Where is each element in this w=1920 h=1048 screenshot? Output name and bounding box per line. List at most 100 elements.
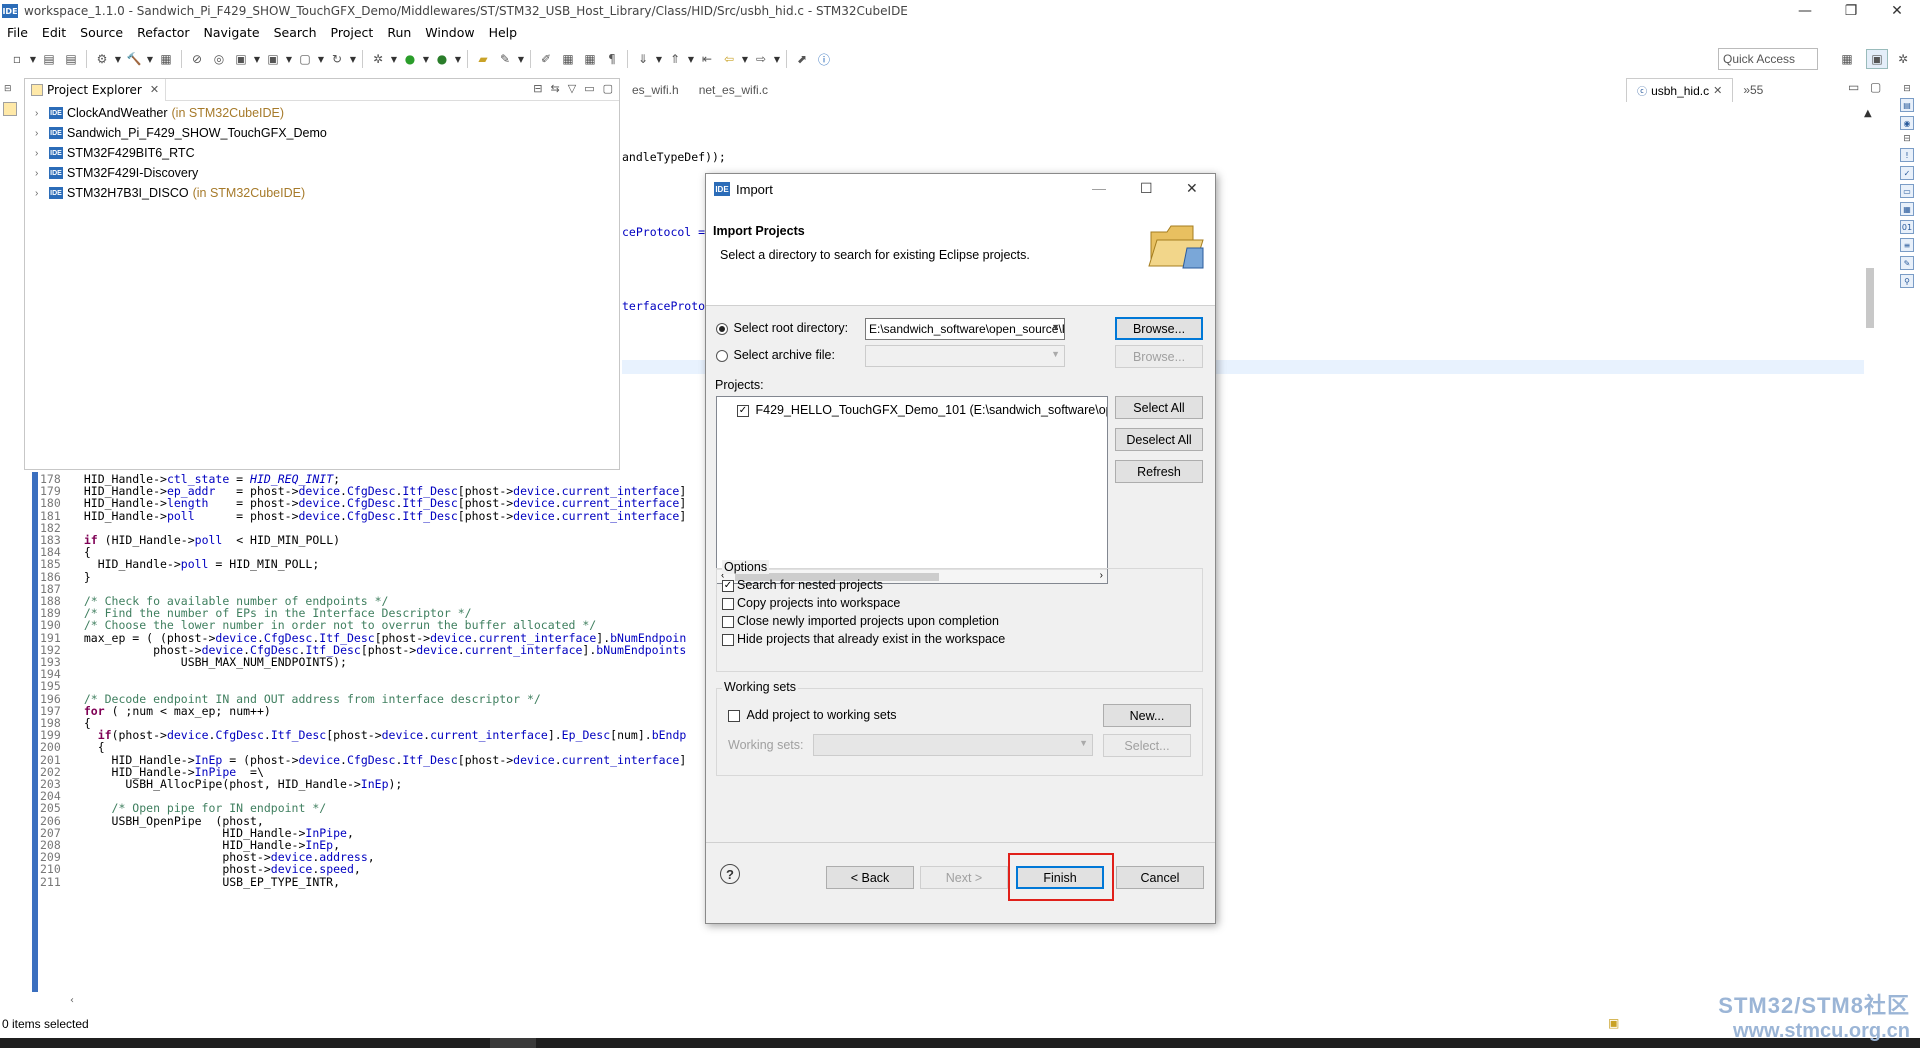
link-editor-icon[interactable]: ⇆ bbox=[551, 82, 560, 95]
menu-item-navigate[interactable]: Navigate bbox=[197, 25, 267, 40]
annotation-icon[interactable]: ▦ bbox=[557, 49, 579, 69]
add-to-working-sets-option[interactable]: Add project to working sets bbox=[728, 708, 897, 722]
project-explorer-min-icon[interactable] bbox=[3, 102, 17, 116]
menu-item-project[interactable]: Project bbox=[324, 25, 381, 40]
menu-item-refactor[interactable]: Refactor bbox=[130, 25, 196, 40]
editor-vertical-scrollbar[interactable]: ▲ bbox=[1864, 108, 1876, 988]
projects-list[interactable]: ✓ F429_HELLO_TouchGFX_Demo_101 (E:\sandw… bbox=[716, 396, 1108, 584]
chip-dropdown-icon[interactable]: ▼ bbox=[252, 49, 262, 69]
archive-file-combo[interactable]: ▼ bbox=[865, 345, 1065, 367]
option-checkbox[interactable] bbox=[722, 633, 734, 646]
dialog-close-button[interactable]: ✕ bbox=[1186, 180, 1198, 197]
build-all-icon[interactable]: ▦ bbox=[155, 49, 177, 69]
restore-icon[interactable]: ⊟ bbox=[1903, 84, 1911, 94]
open-folder-icon[interactable]: ▰ bbox=[472, 49, 494, 69]
next-annotation-dropdown-icon[interactable]: ▼ bbox=[654, 49, 664, 69]
console-icon[interactable]: ▭ bbox=[1900, 184, 1914, 198]
prev-annotation-icon[interactable]: ⇑ bbox=[664, 49, 686, 69]
tools-icon[interactable]: ✎ bbox=[494, 49, 516, 69]
tab-overflow[interactable]: »55 bbox=[1733, 78, 1773, 102]
tab-es-wifi-h[interactable]: es_wifi.h bbox=[622, 78, 689, 102]
device-icon[interactable]: ▣ bbox=[262, 49, 284, 69]
restore-button[interactable]: ❐ bbox=[1828, 0, 1874, 22]
build-icon[interactable]: 🔨 bbox=[123, 49, 145, 69]
external-tools-icon[interactable]: ● bbox=[431, 49, 453, 69]
archive-file-radio[interactable]: Select archive file: bbox=[716, 348, 835, 362]
debug-dropdown-icon[interactable]: ▼ bbox=[389, 49, 399, 69]
project-tree-item[interactable]: › IDE ClockAndWeather (in STM32CubeIDE) bbox=[25, 103, 619, 123]
external-tools-dropdown-icon[interactable]: ▼ bbox=[453, 49, 463, 69]
restore-icon[interactable]: ⊟ bbox=[1903, 134, 1911, 144]
refresh-dropdown-icon[interactable]: ▼ bbox=[348, 49, 358, 69]
add-to-working-sets-checkbox[interactable] bbox=[728, 709, 740, 722]
code-line[interactable]: 193 USBH_MAX_NUM_ENDPOINTS); bbox=[38, 655, 347, 670]
archive-browse-button[interactable]: Browse... bbox=[1115, 345, 1203, 368]
perspective-icon[interactable]: ▦ bbox=[1836, 49, 1858, 69]
chevron-right-icon[interactable]: › bbox=[35, 188, 49, 199]
save-icon[interactable]: ▤ bbox=[38, 49, 60, 69]
code-line[interactable]: 181 HID_Handle->poll = phost->device.Cfg… bbox=[38, 509, 686, 524]
back-dropdown-icon[interactable]: ▼ bbox=[740, 49, 750, 69]
new-icon[interactable]: ▫ bbox=[6, 49, 28, 69]
new-file-dropdown-icon[interactable]: ▼ bbox=[316, 49, 326, 69]
run-icon[interactable]: ● bbox=[399, 49, 421, 69]
search-icon[interactable]: ✎ bbox=[1900, 256, 1914, 270]
forward-icon[interactable]: ⇨ bbox=[750, 49, 772, 69]
minimize-view-icon[interactable]: ▭ bbox=[584, 82, 594, 95]
tools-dropdown-icon[interactable]: ▼ bbox=[516, 49, 526, 69]
build-targets-icon[interactable]: ◉ bbox=[1900, 116, 1914, 130]
menu-item-run[interactable]: Run bbox=[380, 25, 418, 40]
block-icon[interactable]: ▦ bbox=[579, 49, 601, 69]
prev-annotation-dropdown-icon[interactable]: ▼ bbox=[686, 49, 696, 69]
root-directory-radio[interactable]: Select root directory: bbox=[716, 321, 848, 335]
save-all-icon[interactable]: ▤ bbox=[60, 49, 82, 69]
skip-breakpoints-icon[interactable]: ⊘ bbox=[186, 49, 208, 69]
collapse-all-icon[interactable]: ⊟ bbox=[533, 82, 542, 95]
project-tree-item[interactable]: › IDE STM32H7B3I_DISCO (in STM32CubeIDE) bbox=[25, 183, 619, 203]
menu-item-search[interactable]: Search bbox=[267, 25, 324, 40]
chevron-down-icon[interactable]: ▼ bbox=[1051, 322, 1060, 332]
debug-perspective-icon[interactable]: ✲ bbox=[1892, 49, 1914, 69]
debug-icon[interactable]: ✲ bbox=[367, 49, 389, 69]
tasks-icon[interactable]: ✓ bbox=[1900, 166, 1914, 180]
option-checkbox[interactable] bbox=[722, 597, 734, 610]
paragraph-icon[interactable]: ¶ bbox=[601, 49, 623, 69]
option-item[interactable]: Copy projects into workspace bbox=[722, 596, 900, 610]
browse-button[interactable]: Browse... bbox=[1115, 317, 1203, 340]
project-tree-item[interactable]: › IDE STM32F429I-Discovery bbox=[25, 163, 619, 183]
cancel-button[interactable]: Cancel bbox=[1116, 866, 1204, 889]
root-directory-combo[interactable]: E:\sandwich_software\open_source\F4 ▼ bbox=[865, 318, 1065, 340]
radio-unselected[interactable] bbox=[716, 349, 728, 362]
new-dropdown-icon[interactable]: ▼ bbox=[28, 49, 38, 69]
problems-icon[interactable]: ! bbox=[1900, 148, 1914, 162]
restore-icon[interactable]: ⊟ bbox=[4, 84, 12, 94]
radio-selected[interactable] bbox=[716, 322, 728, 335]
maximize-editor-icon[interactable]: ▢ bbox=[1870, 80, 1881, 94]
chevron-right-icon[interactable]: › bbox=[35, 168, 49, 179]
chevron-down-icon[interactable]: ▼ bbox=[1079, 738, 1088, 748]
tab-project-explorer[interactable]: Project Explorer ✕ bbox=[25, 78, 167, 101]
run-dropdown-icon[interactable]: ▼ bbox=[421, 49, 431, 69]
option-checkbox[interactable] bbox=[722, 615, 734, 628]
option-item[interactable]: Hide projects that already exist in the … bbox=[722, 632, 1005, 646]
code-line[interactable]: 203 USBH_AllocPipe(phost, HID_Handle->In… bbox=[38, 777, 402, 792]
build-dropdown-icon[interactable]: ▼ bbox=[145, 49, 155, 69]
settings-icon[interactable]: ⚙ bbox=[91, 49, 113, 69]
next-annotation-icon[interactable]: ⇓ bbox=[632, 49, 654, 69]
code-line[interactable]: 211 USB_EP_TYPE_INTR, bbox=[38, 875, 340, 890]
build-analyzer-icon[interactable]: 01 bbox=[1900, 220, 1914, 234]
forward-dropdown-icon[interactable]: ▼ bbox=[772, 49, 782, 69]
close-icon[interactable]: ✕ bbox=[1713, 84, 1722, 97]
properties-icon[interactable]: ▦ bbox=[1900, 202, 1914, 216]
project-entry[interactable]: ✓ F429_HELLO_TouchGFX_Demo_101 (E:\sandw… bbox=[737, 403, 1107, 417]
cpp-perspective-icon[interactable]: ▣ bbox=[1866, 49, 1888, 69]
deselect-all-button[interactable]: Deselect All bbox=[1115, 428, 1203, 451]
back-button[interactable]: < Back bbox=[826, 866, 914, 889]
settings-dropdown-icon[interactable]: ▼ bbox=[113, 49, 123, 69]
back-icon[interactable]: ⇦ bbox=[718, 49, 740, 69]
project-tree-item[interactable]: › IDE Sandwich_Pi_F429_SHOW_TouchGFX_Demo bbox=[25, 123, 619, 143]
help-icon[interactable]: ? bbox=[720, 864, 740, 884]
heap-status-icon[interactable]: ▣ bbox=[1608, 1016, 1619, 1030]
scroll-up-icon[interactable]: ▲ bbox=[1864, 108, 1872, 119]
option-checkbox[interactable]: ✓ bbox=[722, 579, 734, 592]
